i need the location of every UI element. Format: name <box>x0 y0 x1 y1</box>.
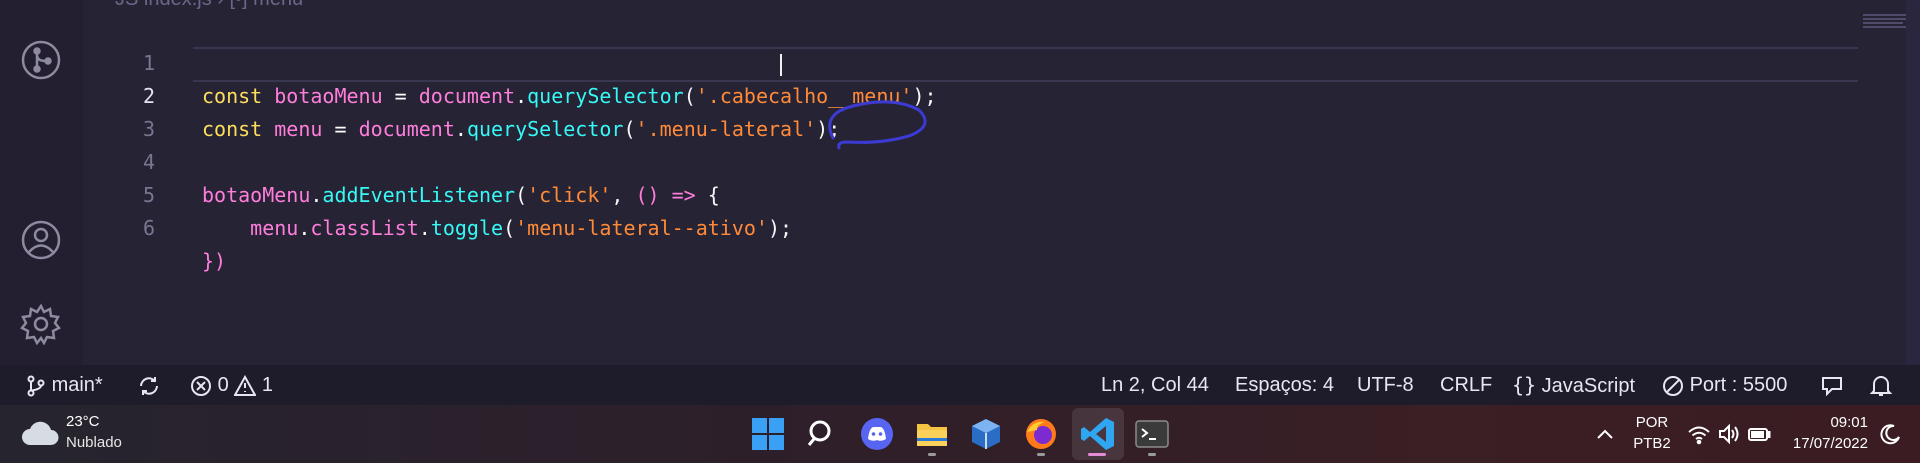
windows-taskbar: 23°C Nublado POR PTB2 09:01 17/07/2022 <box>0 405 1920 463</box>
text-cursor <box>780 54 782 76</box>
cloud-icon <box>22 421 59 445</box>
code-line-4[interactable]: 4 botaoMenu.addEventListener('click', ()… <box>83 113 1783 207</box>
weather-condition: Nublado <box>66 434 122 451</box>
search-icon[interactable] <box>802 414 842 454</box>
cursor-position[interactable]: Ln 2, Col 44 <box>1101 365 1209 405</box>
volume-icon[interactable] <box>1716 421 1742 447</box>
firefox-icon[interactable] <box>1021 414 1061 454</box>
chevron-up-icon[interactable] <box>1590 419 1620 449</box>
code-line-6[interactable]: 6 }) <box>83 179 1783 273</box>
running-indicator <box>1148 453 1156 456</box>
clock-date[interactable]: 17/07/2022 <box>1782 435 1868 452</box>
error-count: 0 <box>217 374 229 396</box>
port-label: Port : 5500 <box>1689 374 1788 396</box>
closing-brackets: }) <box>202 249 227 273</box>
handwritten-circle-annotation <box>828 100 927 150</box>
code-line-2[interactable]: 2 const menu = document.querySelector('.… <box>83 47 1783 141</box>
battery-icon[interactable] <box>1746 421 1772 447</box>
language-mode[interactable]: {} JavaScript <box>1512 365 1635 405</box>
source-control-icon[interactable] <box>20 39 62 81</box>
code-line-1[interactable]: 1 const botaoMenu = document.querySelect… <box>83 14 1783 108</box>
block-icon <box>1663 375 1683 396</box>
live-server-port[interactable]: Port : 5500 <box>1662 365 1787 405</box>
vertical-scrollbar[interactable] <box>1906 0 1920 365</box>
indentation-setting[interactable]: Espaços: 4 <box>1235 365 1334 405</box>
running-indicator <box>1037 453 1045 456</box>
status-bar: main* 0 1 Ln 2, Col 44 Espaços: 4 UTF-8 … <box>0 365 1920 405</box>
branch-name: main* <box>51 374 103 396</box>
code-line-5[interactable]: 5 menu.classList.toggle('menu-lateral--a… <box>83 146 1783 240</box>
file-explorer-icon[interactable] <box>912 414 952 454</box>
sync-icon <box>140 376 158 395</box>
code-editor[interactable]: JS index.js › [•] menu 1 const botaoMenu… <box>83 0 1920 365</box>
windows-start-icon[interactable] <box>748 414 788 454</box>
warning-count: 1 <box>261 374 273 396</box>
wifi-icon[interactable] <box>1686 421 1712 447</box>
feedback-icon <box>1822 376 1842 397</box>
property-name: classList <box>310 216 419 240</box>
discord-icon[interactable] <box>857 414 897 454</box>
code-line-3[interactable]: 3 <box>83 80 1783 141</box>
notifications-button[interactable] <box>1869 365 1893 405</box>
vscode-icon[interactable] <box>1078 414 1118 454</box>
string-literal: 'menu-lateral--ativo' <box>515 216 768 240</box>
keyboard-language[interactable]: POR <box>1630 414 1674 431</box>
terminal-icon[interactable] <box>1132 414 1172 454</box>
branch-indicator[interactable]: main* <box>26 365 103 405</box>
keyboard-layout[interactable]: PTB2 <box>1630 435 1674 452</box>
virtualbox-icon[interactable] <box>966 414 1006 454</box>
encoding-setting[interactable]: UTF-8 <box>1357 365 1414 405</box>
function-name: toggle <box>430 216 504 240</box>
notification-center-icon[interactable] <box>1878 421 1904 447</box>
settings-gear-icon[interactable] <box>20 303 62 346</box>
clock-time[interactable]: 09:01 <box>1782 414 1868 431</box>
weather-temperature: 23°C <box>66 413 100 430</box>
breadcrumb[interactable]: JS index.js › [•] menu <box>115 0 303 11</box>
eol-setting[interactable]: CRLF <box>1440 365 1492 405</box>
problems-indicator[interactable]: 0 1 <box>190 365 273 405</box>
line-number: 6 <box>142 216 155 240</box>
error-icon <box>191 375 211 396</box>
bell-icon <box>1869 375 1893 396</box>
warning-icon <box>233 374 257 396</box>
sync-button[interactable] <box>137 365 161 405</box>
language-label: JavaScript <box>1541 375 1636 397</box>
running-indicator <box>928 453 936 456</box>
braces-icon: {} <box>1512 373 1537 397</box>
activity-bar <box>0 0 83 365</box>
feedback-button[interactable] <box>1820 365 1844 405</box>
active-app-indicator <box>1088 453 1106 456</box>
git-branch-icon <box>27 375 45 397</box>
account-icon[interactable] <box>20 219 62 261</box>
object-name: menu <box>250 216 299 240</box>
